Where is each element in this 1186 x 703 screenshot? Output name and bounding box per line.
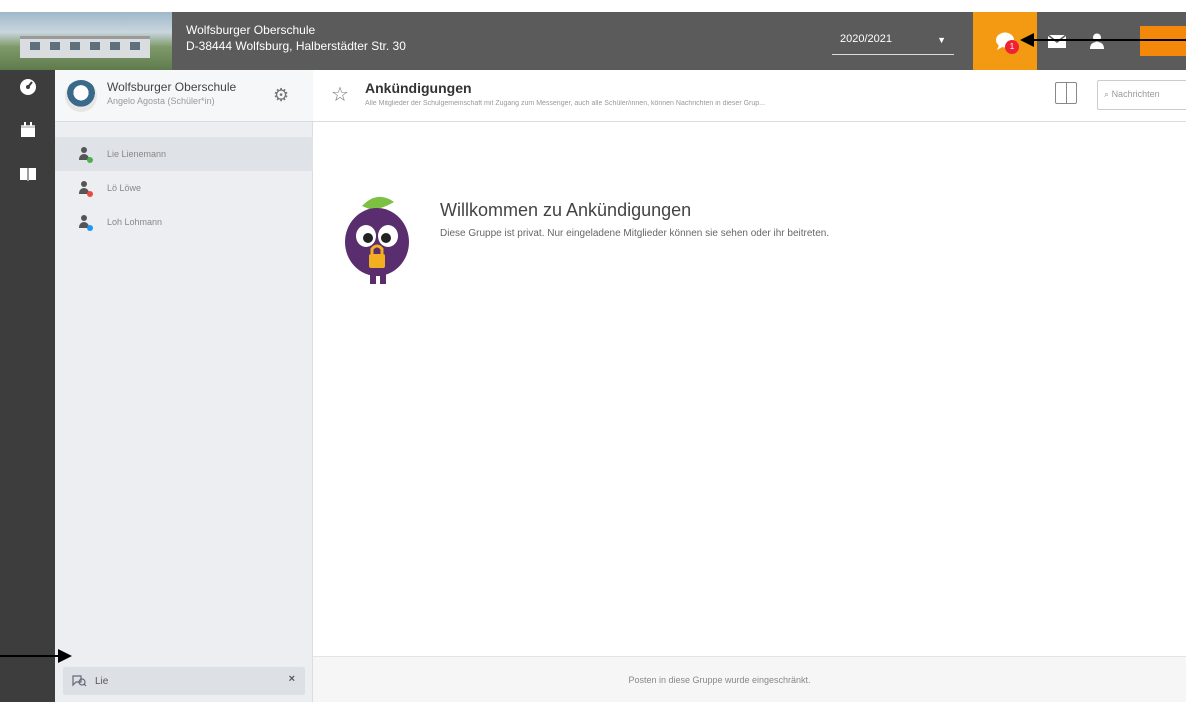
contact-search-input[interactable]: Lie × bbox=[63, 667, 305, 695]
app-header: Wolfsburger Oberschule D-38444 Wolfsburg… bbox=[0, 12, 1186, 70]
status-dot bbox=[87, 157, 93, 163]
welcome-title: Willkommen zu Ankündigungen bbox=[440, 200, 692, 220]
welcome-subtitle: Diese Gruppe ist privat. Nur eingeladene… bbox=[440, 228, 830, 239]
annotation-arrow-chat bbox=[1020, 33, 1186, 47]
school-name: Wolfsburger Oberschule bbox=[186, 23, 316, 37]
contact-name: Lie Lienemann bbox=[107, 149, 167, 159]
side-panel-icon[interactable] bbox=[1055, 82, 1077, 104]
clear-search-icon[interactable]: × bbox=[289, 673, 295, 685]
school-year-select[interactable]: 2020/2021 ▼ bbox=[832, 27, 954, 55]
posting-restricted-notice: Posten in diese Gruppe wurde eingeschrän… bbox=[313, 656, 1186, 702]
chevron-down-icon: ▼ bbox=[937, 35, 946, 45]
school-logo bbox=[65, 80, 97, 112]
contact-item[interactable]: Lö Löwe bbox=[55, 171, 313, 205]
org-title: Wolfsburger Oberschule bbox=[107, 80, 237, 94]
school-photo bbox=[0, 12, 172, 70]
school-info: Wolfsburger Oberschule D-38444 Wolfsburg… bbox=[186, 22, 406, 54]
search-placeholder: Nachrichten bbox=[1111, 89, 1160, 99]
contact-name: Lö Löwe bbox=[107, 183, 142, 193]
mascot-image bbox=[345, 196, 409, 284]
status-dot bbox=[87, 191, 93, 197]
avatar bbox=[77, 147, 93, 163]
avatar bbox=[77, 215, 93, 231]
contact-item[interactable]: Loh Lohmann bbox=[55, 205, 313, 239]
school-address: D-38444 Wolfsburg, Halberstädter Str. 30 bbox=[186, 39, 406, 53]
unread-badge: 1 bbox=[1005, 40, 1019, 54]
contact-item[interactable]: Lie Lienemann bbox=[55, 137, 313, 171]
calendar-icon[interactable] bbox=[16, 122, 40, 146]
book-icon[interactable] bbox=[16, 166, 40, 190]
top-strip bbox=[0, 0, 1186, 12]
school-year-value: 2020/2021 bbox=[840, 33, 892, 45]
status-dot bbox=[87, 225, 93, 231]
left-rail bbox=[0, 70, 55, 702]
org-user: Angelo Agosta (Schüler*in) bbox=[107, 96, 215, 106]
channel-header: ☆ Ankündigungen Alle Mitglieder der Schu… bbox=[313, 70, 1186, 122]
chat-search-icon bbox=[72, 675, 87, 687]
annotation-arrow-search bbox=[0, 649, 72, 663]
search-icon: ⌕ bbox=[1104, 89, 1110, 99]
search-value: Lie bbox=[95, 675, 109, 687]
contact-name: Loh Lohmann bbox=[107, 217, 163, 227]
channel-title: Ankündigungen bbox=[365, 80, 472, 96]
avatar bbox=[77, 181, 93, 197]
sidebar-header: Wolfsburger Oberschule Angelo Agosta (Sc… bbox=[55, 70, 313, 122]
star-icon[interactable]: ☆ bbox=[331, 82, 349, 107]
channel-description: Alle Mitglieder der Schulgemeinschaft mi… bbox=[365, 100, 765, 107]
dashboard-icon[interactable] bbox=[16, 78, 40, 102]
conversation-sidebar: Wolfsburger Oberschule Angelo Agosta (Sc… bbox=[55, 70, 313, 702]
gear-icon[interactable]: ⚙ bbox=[273, 85, 289, 106]
message-search-input[interactable]: ⌕ Nachrichten bbox=[1097, 80, 1186, 110]
